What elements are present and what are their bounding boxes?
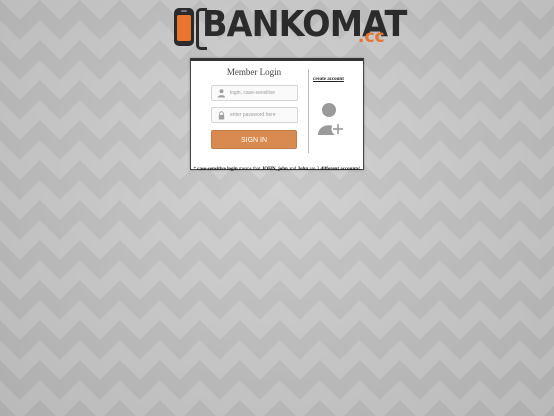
phone-speaker: [181, 10, 187, 12]
login-form: Member Login SIGN IN: [191, 61, 309, 169]
notice-example-upper: JOHN: [261, 167, 276, 172]
login-card: Member Login SIGN IN create account: [190, 58, 364, 170]
sign-in-button[interactable]: SIGN IN: [211, 130, 297, 149]
case-sensitivity-notice: * case-sensitive login means that JOHN, …: [193, 167, 361, 172]
username-input[interactable]: [230, 86, 294, 100]
site-logo[interactable]: BANKOMAT .cc: [172, 4, 407, 50]
lock-icon: [218, 111, 225, 120]
logo-tld-text: .cc: [358, 27, 385, 47]
username-field[interactable]: [211, 85, 298, 101]
create-account-link[interactable]: create account: [313, 77, 344, 82]
notice-example-title: John: [297, 167, 309, 172]
phone-screen: [177, 15, 191, 41]
password-input[interactable]: [230, 108, 294, 122]
user-icon: [217, 89, 226, 98]
phone-logo-icon: [174, 8, 194, 46]
password-field[interactable]: [211, 107, 298, 123]
add-user-icon[interactable]: [316, 101, 346, 139]
login-title: Member Login: [226, 67, 282, 77]
notice-example-lower: john: [278, 167, 288, 172]
notice-emphasis: different accounts: [320, 167, 359, 172]
card-divider: [308, 69, 309, 153]
notice-term: case-sensitive login: [197, 167, 238, 172]
